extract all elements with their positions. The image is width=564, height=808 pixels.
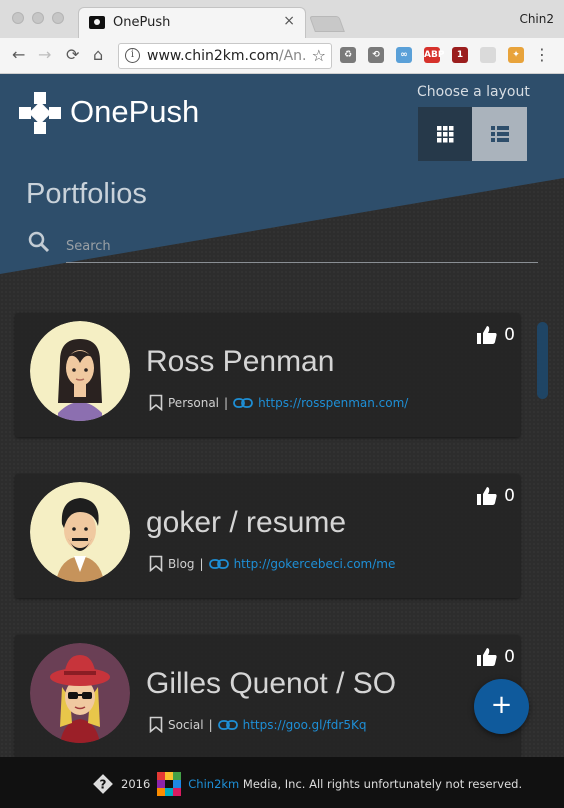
portfolio-category: Personal [168, 395, 220, 410]
adblock-plus-icon[interactable]: ABP [424, 47, 444, 63]
app-container: OnePush Choose a layout Portfolios Searc… [0, 74, 564, 808]
url-text[interactable]: www.chin2km.com/An... [147, 48, 307, 64]
portfolio-meta: Social | https://goo.gl/fdr5Kq [149, 716, 366, 733]
portfolio-card[interactable]: Ross Penman Personal | https://rosspenman… [15, 313, 520, 437]
link-icon [217, 719, 238, 730]
question-diamond-icon: ? [93, 774, 113, 794]
separator: | [208, 717, 213, 732]
bearded-man-avatar-icon [30, 482, 130, 582]
bookmark-icon [149, 716, 163, 733]
link-icon [233, 397, 253, 408]
woman-avatar-icon [30, 321, 130, 421]
search-icon [28, 231, 50, 253]
portfolio-category: Social [168, 717, 204, 732]
zoom-window-button[interactable] [52, 12, 64, 24]
address-bar[interactable]: i www.chin2km.com/An... ☆ [118, 43, 332, 69]
browser-titlebar: OnePush × Chin2 [0, 0, 564, 38]
recycle-extension-icon[interactable]: ♻ [340, 47, 356, 63]
browser-tab[interactable]: OnePush × [78, 7, 306, 38]
portfolio-card[interactable]: Gilles Quenot / SO Social | https://goo.g… [15, 635, 520, 759]
back-arrow-icon[interactable]: ← [12, 46, 25, 64]
svg-text:?: ? [100, 778, 107, 792]
list-icon [491, 126, 509, 142]
footer-year: 2016 [121, 777, 151, 791]
footer-company-link[interactable]: Chin2km [188, 777, 239, 791]
browser-toolbar: ← → ⟳ ⌂ i www.chin2km.com/An... ☆ ♻ ⟲ ∞ ABP… [0, 38, 564, 74]
portfolio-card[interactable]: goker / resume Blog | http://gokercebeci.… [15, 474, 520, 598]
ticket-favicon-icon [89, 16, 105, 29]
portfolio-category: Blog [168, 556, 195, 571]
grid-extension-icon[interactable] [480, 47, 496, 63]
new-tab-button[interactable] [309, 16, 345, 32]
profile-name[interactable]: Chin2 [519, 12, 554, 26]
home-icon[interactable]: ⌂ [93, 46, 103, 64]
like-count: 0 [504, 486, 515, 506]
separator: | [224, 395, 229, 410]
browser-menu-icon[interactable]: ⋮ [534, 46, 550, 64]
thumbs-up-icon[interactable] [476, 325, 498, 345]
page-title: Portfolios [26, 178, 147, 210]
portfolio-link[interactable]: https://rosspenman.com/ [258, 396, 408, 410]
ublock-icon[interactable]: 1 [452, 47, 468, 63]
like-counter[interactable]: 0 [476, 647, 515, 667]
forward-arrow-icon[interactable]: → [38, 46, 51, 64]
footer-text: Media, Inc. All rights unfortunately not… [242, 777, 523, 791]
separator: | [199, 556, 204, 571]
clock-extension-icon[interactable]: ⟲ [368, 47, 384, 63]
thumbs-up-icon[interactable] [476, 486, 498, 506]
search-input[interactable] [66, 235, 538, 263]
portfolio-name[interactable]: Ross Penman [146, 345, 334, 379]
hat-sunglasses-avatar-icon [30, 643, 130, 743]
scrollbar-thumb[interactable] [537, 322, 548, 399]
reload-icon[interactable]: ⟳ [66, 46, 79, 64]
portfolio-meta: Blog | http://gokercebeci.com/me [149, 555, 395, 572]
link-icon [208, 558, 229, 569]
swirl-extension-icon[interactable]: ∞ [396, 47, 412, 63]
onepush-logo-icon [19, 92, 61, 134]
footer: ? 2016 Chin2km Media, Inc. All rights un… [0, 757, 564, 808]
tab-title: OnePush [113, 15, 171, 30]
list-layout-button[interactable] [472, 107, 527, 161]
portfolio-meta: Personal | https://rosspenman.com/ [149, 394, 408, 411]
like-counter[interactable]: 0 [476, 325, 515, 345]
portfolio-link[interactable]: http://gokercebeci.com/me [234, 557, 396, 571]
minimize-window-button[interactable] [32, 12, 44, 24]
thumbs-up-icon[interactable] [476, 647, 498, 667]
close-window-button[interactable] [12, 12, 24, 24]
portfolio-link[interactable]: https://goo.gl/fdr5Kq [243, 718, 367, 732]
pinwheel-extension-icon[interactable]: ✦ [508, 47, 524, 63]
tab-close-icon[interactable]: × [283, 13, 295, 29]
info-icon[interactable]: i [125, 48, 140, 63]
portfolio-name[interactable]: goker / resume [146, 506, 346, 540]
bookmark-icon [149, 555, 163, 572]
bookmark-star-icon[interactable]: ☆ [312, 46, 326, 65]
chin2km-logo-icon [157, 772, 182, 796]
add-portfolio-button[interactable]: + [474, 679, 529, 734]
layout-label: Choose a layout [417, 84, 530, 100]
grid-layout-button[interactable] [418, 107, 472, 161]
portfolio-name[interactable]: Gilles Quenot / SO [146, 667, 396, 701]
like-count: 0 [504, 325, 515, 345]
brand-name: OnePush [70, 94, 200, 129]
like-count: 0 [504, 647, 515, 667]
grid-icon [437, 126, 454, 143]
bookmark-icon [149, 394, 163, 411]
like-counter[interactable]: 0 [476, 486, 515, 506]
